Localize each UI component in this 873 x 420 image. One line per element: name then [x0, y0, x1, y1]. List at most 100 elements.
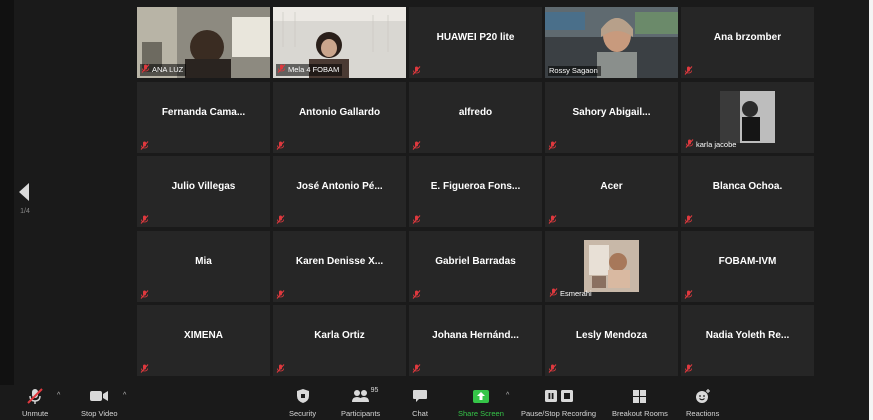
muted-microphone-icon — [412, 215, 421, 224]
pause-stop-recording-button[interactable]: Pause/Stop Recording — [521, 387, 596, 418]
participant-name: ANA LUZ — [152, 65, 184, 74]
muted-microphone-icon — [26, 387, 44, 405]
share-screen-icon — [472, 387, 490, 405]
participant-tile[interactable]: Antonio Gallardo — [273, 81, 406, 153]
participant-name: alfredo — [458, 106, 493, 118]
muted-microphone-icon — [549, 287, 558, 300]
participant-name: José Antonio Pé... — [296, 181, 383, 192]
participant-tile[interactable]: Gabriel Barradas — [409, 230, 542, 302]
participant-tile[interactable]: Mia — [137, 230, 270, 302]
breakout-rooms-button[interactable]: Breakout Rooms — [612, 387, 668, 418]
meeting-toolbar: Unmute ^ Stop Video ^ Security 95 Partic… — [0, 385, 869, 420]
participant-name-label: Esmerahi — [548, 287, 595, 300]
muted-microphone-icon — [548, 215, 557, 224]
participant-name: Johana Hernánd... — [432, 330, 519, 341]
muted-microphone-icon — [412, 364, 421, 373]
share-options-caret-icon[interactable]: ^ — [506, 392, 509, 399]
breakout-rooms-icon — [632, 387, 647, 405]
participant-name: Antonio Gallardo — [298, 106, 381, 118]
reactions-button[interactable]: Reactions — [686, 387, 719, 418]
pause-stop-recording-label: Pause/Stop Recording — [521, 409, 597, 418]
participant-tile[interactable]: Karen Denisse X... — [273, 230, 406, 302]
video-options-caret-icon[interactable]: ^ — [123, 392, 126, 399]
audio-options-caret-icon[interactable]: ^ — [57, 392, 60, 399]
participant-tile[interactable]: Rossy Sagaon — [545, 7, 678, 78]
stop-video-button[interactable]: Stop Video — [81, 387, 118, 418]
muted-microphone-icon — [140, 364, 149, 373]
page-indicator: 1/4 — [20, 208, 30, 215]
participant-name: Gabriel Barradas — [435, 255, 516, 267]
participant-tile[interactable]: Lesly Mendoza — [545, 305, 678, 376]
pause-stop-recording-icon — [544, 387, 574, 405]
profile-photo — [720, 90, 775, 143]
participant-tile[interactable]: Mela 4 FOBAM — [273, 7, 406, 78]
unmute-button[interactable]: Unmute — [22, 387, 48, 418]
participant-name: E. Figueroa Fons... — [430, 181, 521, 192]
muted-microphone-icon — [684, 215, 693, 224]
participant-name: Ana brzomber — [713, 32, 782, 43]
participant-name: Karen Denisse X... — [295, 255, 384, 267]
participant-name: FOBAM-IVM — [718, 255, 777, 267]
share-screen-label: Share Screen — [458, 409, 504, 418]
participant-tile[interactable]: Ana brzomber — [681, 7, 814, 78]
participant-tile[interactable]: E. Figueroa Fons... — [409, 156, 542, 227]
muted-microphone-icon — [412, 289, 421, 299]
participant-name: Fernanda Cama... — [161, 106, 246, 118]
muted-microphone-icon — [685, 138, 694, 151]
participant-name: Rossy Sagaon — [549, 66, 598, 75]
participant-tile[interactable]: XIMENA — [137, 305, 270, 376]
participants-icon: 95 — [351, 387, 378, 405]
unmute-label: Unmute — [22, 409, 49, 418]
participant-tile[interactable]: Acer — [545, 156, 678, 227]
participant-tile[interactable]: karla jacobe — [681, 81, 814, 153]
muted-microphone-icon — [140, 140, 149, 150]
participant-tile[interactable]: Johana Hernánd... — [409, 305, 542, 376]
participant-tile[interactable]: Fernanda Cama... — [137, 81, 270, 153]
smiley-reaction-icon — [694, 387, 712, 405]
muted-microphone-icon — [140, 215, 149, 224]
participant-tile[interactable]: ANA LUZ — [137, 7, 270, 78]
participant-tile[interactable]: alfredo — [409, 81, 542, 153]
muted-microphone-icon — [141, 64, 150, 76]
previous-page-arrow-icon[interactable] — [17, 182, 31, 202]
muted-microphone-icon — [684, 66, 693, 75]
participant-name: HUAWEI P20 lite — [436, 32, 515, 43]
participant-gallery: ANA LUZ Mela 4 FOBAM HUAWEI P20 lite Rossy … — [137, 7, 814, 377]
participant-tile[interactable]: FOBAM-IVM — [681, 230, 814, 302]
participant-tile[interactable]: Karla Ortiz — [273, 305, 406, 376]
muted-microphone-icon — [684, 364, 693, 373]
participants-count: 95 — [370, 387, 379, 394]
chat-bubble-icon — [412, 387, 428, 405]
participant-name: Mia — [195, 255, 212, 267]
participant-tile[interactable]: HUAWEI P20 lite — [409, 7, 542, 78]
muted-microphone-icon — [140, 289, 149, 299]
security-button[interactable]: Security — [289, 387, 316, 418]
participant-name: Mela 4 FOBAM — [288, 65, 340, 74]
participant-name-label: ANA LUZ — [140, 64, 187, 76]
share-screen-button[interactable]: Share Screen — [458, 387, 504, 418]
participant-tile[interactable]: José Antonio Pé... — [273, 156, 406, 227]
profile-photo — [584, 239, 639, 292]
participant-name: Karla Ortiz — [314, 330, 365, 341]
video-camera-icon — [89, 387, 109, 405]
participant-tile[interactable]: Nadia Yoleth Re... — [681, 305, 814, 376]
reactions-label: Reactions — [686, 409, 720, 418]
muted-microphone-icon — [276, 364, 285, 373]
muted-microphone-icon — [548, 364, 557, 373]
participant-name: Nadia Yoleth Re... — [705, 330, 790, 341]
participant-name: Lesly Mendoza — [575, 330, 648, 341]
participant-tile[interactable]: Esmerahi — [545, 230, 678, 302]
participant-tile[interactable]: Julio Villegas — [137, 156, 270, 227]
participants-button[interactable]: 95 Participants — [341, 387, 380, 418]
chat-button[interactable]: Chat — [412, 387, 428, 418]
participant-name: Julio Villegas — [171, 181, 236, 192]
participant-name: karla jacobe — [696, 139, 737, 149]
participant-name: Acer — [600, 181, 623, 192]
muted-microphone-icon — [684, 289, 693, 299]
participant-tile[interactable]: Blanca Ochoa. — [681, 156, 814, 227]
participant-name-label: karla jacobe — [684, 138, 739, 151]
participant-tile[interactable]: Sahory Abigail... — [545, 81, 678, 153]
chat-label: Chat — [412, 409, 428, 418]
right-edge — [869, 0, 873, 420]
participant-name-label: Mela 4 FOBAM — [276, 64, 343, 76]
